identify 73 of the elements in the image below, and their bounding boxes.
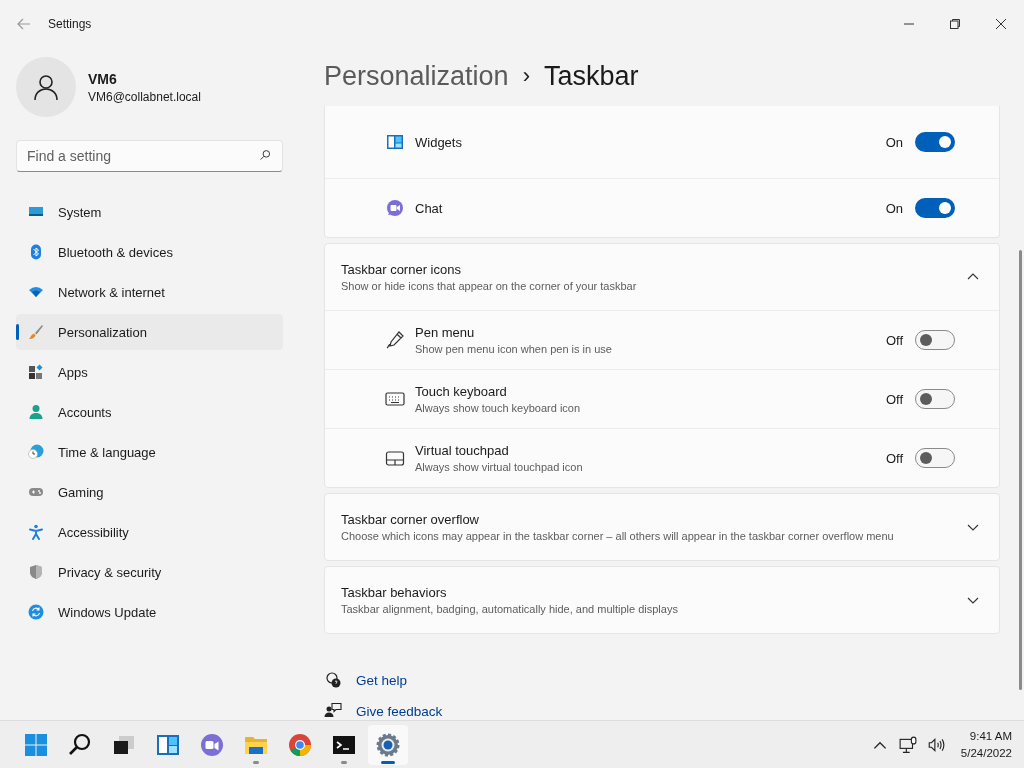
scrollbar[interactable] (1019, 250, 1022, 690)
shield-icon (28, 564, 44, 580)
search-field[interactable]: Find a setting (16, 140, 283, 172)
nav-item[interactable]: Time & language (16, 434, 283, 470)
help-link[interactable]: Get help (356, 672, 408, 688)
search-icon (259, 149, 272, 162)
setting-title: Pen menu (415, 325, 476, 340)
nav-item[interactable]: Bluetooth & devices (16, 234, 283, 270)
help-link[interactable]: Give feedback (356, 703, 443, 719)
paintbrush-icon (28, 324, 44, 340)
user-email: VM6@collabnet.local (88, 89, 201, 104)
video-chat-icon (199, 731, 225, 758)
nav-item[interactable]: System (16, 194, 283, 230)
user-name: VM6 (88, 70, 118, 87)
maximize-icon (949, 18, 961, 30)
nav-item[interactable]: Privacy & security (16, 554, 283, 590)
setting-description: Always show touch keyboard icon (415, 402, 582, 414)
feedback-icon (324, 702, 342, 720)
page-title: Taskbar (543, 60, 639, 92)
close-icon (995, 18, 1007, 30)
section-description: Show or hide icons that appear on the corner of your taskbar (341, 280, 638, 292)
toggle-switch[interactable] (915, 330, 955, 350)
wifi-icon (28, 284, 44, 300)
breadcrumb-separator: › (522, 63, 530, 89)
window-title: Settings (48, 17, 93, 31)
windows-logo-icon (23, 731, 49, 758)
toggle-switch[interactable] (915, 448, 955, 468)
nav-item[interactable]: Apps (16, 354, 283, 390)
setting-title: Touch keyboard (415, 384, 508, 399)
browser-icon (287, 731, 313, 758)
taskbar-app[interactable] (368, 724, 408, 765)
nav-item[interactable]: Gaming (16, 474, 283, 510)
toggle-switch[interactable] (915, 389, 955, 409)
apps-icon (28, 364, 44, 380)
section-title: Taskbar behaviors (341, 585, 448, 600)
video-chat-icon (385, 198, 405, 218)
section-title: Taskbar corner overflow (341, 512, 480, 527)
refresh-icon (28, 604, 44, 620)
nav-item[interactable]: Windows Update (16, 594, 283, 630)
toggle-state: Off (885, 332, 903, 348)
toggle-state: On (885, 134, 903, 150)
toggle-state: Off (885, 450, 903, 466)
gear-icon (375, 731, 401, 758)
widgets-icon (385, 132, 405, 152)
pen-icon (385, 330, 405, 350)
nav-item[interactable]: Accessibility (16, 514, 283, 550)
setting-title: Virtual touchpad (415, 443, 510, 458)
person-icon (28, 404, 44, 420)
breadcrumb-link[interactable]: Personalization (324, 60, 509, 92)
back-arrow-icon[interactable] (16, 16, 32, 32)
toggle-switch[interactable] (915, 198, 955, 218)
touchpad-icon (385, 448, 405, 468)
network-icon[interactable] (898, 735, 917, 754)
section-description: Taskbar alignment, badging, automatically hide, and multiple displays (341, 603, 679, 615)
section-title: Taskbar corner icons (341, 262, 462, 277)
setting-description: Always show virtual touchpad icon (415, 461, 584, 473)
toggle-state: On (885, 200, 903, 216)
nav-item[interactable]: Accounts (16, 394, 283, 430)
setting-title: Widgets (415, 134, 463, 150)
toggle-switch[interactable] (915, 132, 955, 152)
bluetooth-icon (28, 244, 44, 260)
nav-item[interactable]: Network & internet (16, 274, 283, 310)
volume-icon[interactable] (926, 735, 945, 754)
section-description: Choose which icons may appear in the taskbar corner – all others will appear in the taskbar corner overflow menu (341, 530, 895, 542)
toggle-state: Off (885, 391, 903, 407)
setting-description: Show pen menu icon when pen is in use (415, 343, 613, 355)
keyboard-icon (385, 389, 405, 409)
setting-title: Chat (415, 200, 444, 216)
nav-item[interactable]: Personalization (16, 314, 283, 350)
accessibility-icon (28, 524, 44, 540)
clock-icon (28, 444, 44, 460)
clock[interactable]: 9:41 AM 5/24/2022 (960, 727, 1012, 762)
help-icon (324, 671, 342, 689)
